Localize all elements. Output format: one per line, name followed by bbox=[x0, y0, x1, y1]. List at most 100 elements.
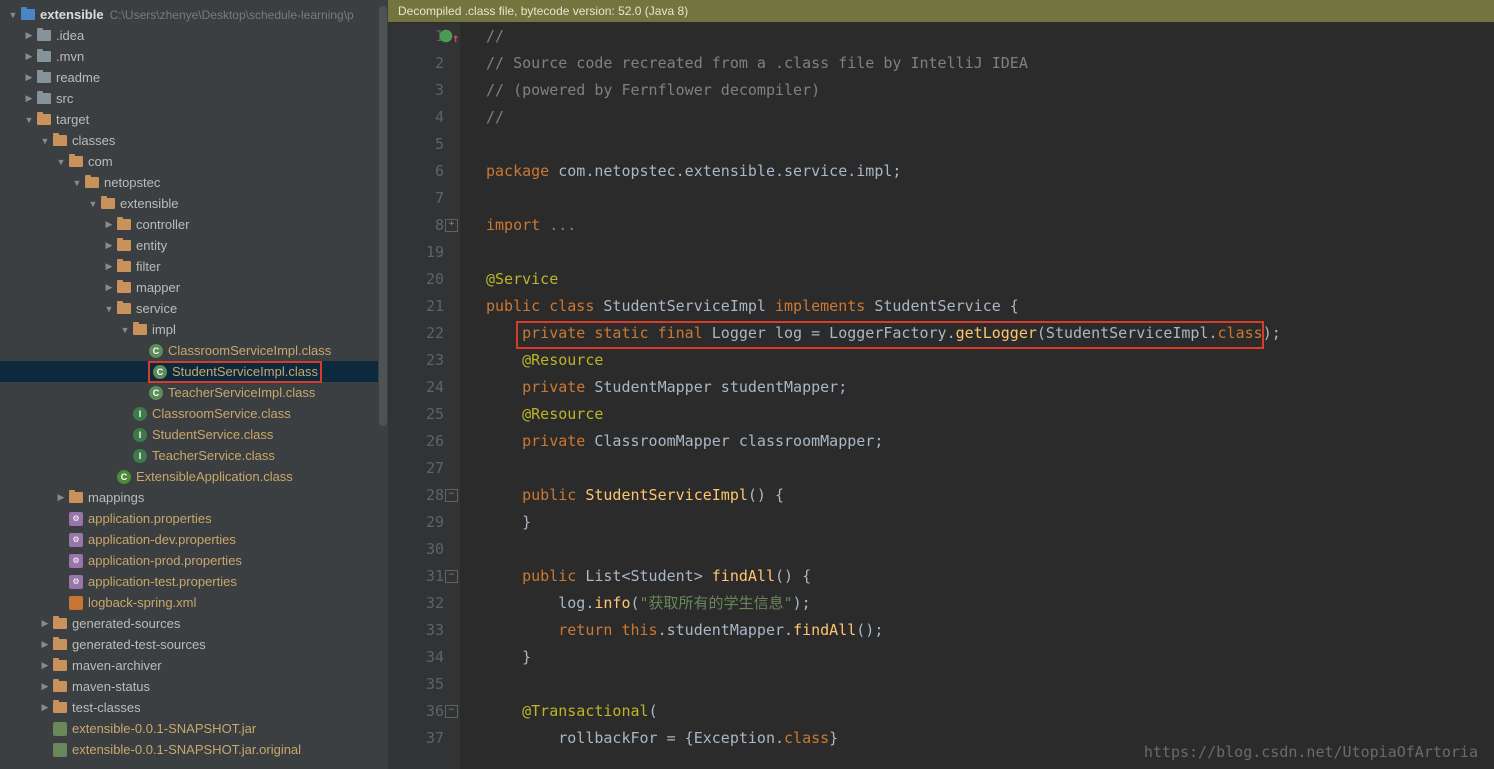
tree-item[interactable]: ▶CStudentServiceImpl.class bbox=[0, 361, 388, 382]
tree-item[interactable]: ▶test-classes bbox=[0, 697, 388, 718]
code-line[interactable]: private ClassroomMapper classroomMapper; bbox=[486, 428, 1494, 455]
fold-toggle-icon[interactable]: − bbox=[445, 489, 458, 502]
code-token: Logger log = LoggerFactory. bbox=[712, 324, 956, 342]
tree-item[interactable]: ▼service bbox=[0, 298, 388, 319]
code-line[interactable]: @Resource bbox=[486, 347, 1494, 374]
code-line[interactable] bbox=[486, 455, 1494, 482]
tree-item[interactable]: ▼extensibleC:\Users\zhenye\Desktop\sched… bbox=[0, 4, 388, 25]
sidebar-scrollbar[interactable] bbox=[378, 0, 388, 769]
code-line[interactable]: @Resource bbox=[486, 401, 1494, 428]
chevron-right-icon[interactable]: ▶ bbox=[104, 282, 114, 293]
tree-item[interactable]: ▶extensible-0.0.1-SNAPSHOT.jar.original bbox=[0, 739, 388, 760]
code-line[interactable]: @Transactional( bbox=[486, 698, 1494, 725]
sidebar-scroll-thumb[interactable] bbox=[379, 6, 387, 426]
chevron-down-icon[interactable]: ▼ bbox=[40, 136, 50, 146]
chevron-down-icon[interactable]: ▼ bbox=[56, 157, 66, 167]
tree-item[interactable]: ▶src bbox=[0, 88, 388, 109]
code-line[interactable]: private StudentMapper studentMapper; bbox=[486, 374, 1494, 401]
tree-item[interactable]: ▶⚙application-dev.properties bbox=[0, 529, 388, 550]
chevron-right-icon[interactable]: ▶ bbox=[24, 93, 34, 104]
code-line[interactable]: return this.studentMapper.findAll(); bbox=[486, 617, 1494, 644]
tree-item[interactable]: ▼extensible bbox=[0, 193, 388, 214]
chevron-down-icon[interactable]: ▼ bbox=[88, 199, 98, 209]
code-line[interactable]: } bbox=[486, 509, 1494, 536]
tree-item[interactable]: ▶logback-spring.xml bbox=[0, 592, 388, 613]
tree-item[interactable]: ▶⚙application.properties bbox=[0, 508, 388, 529]
chevron-right-icon[interactable]: ▶ bbox=[40, 681, 50, 692]
code-line[interactable]: public List<Student> findAll() { bbox=[486, 563, 1494, 590]
code-line[interactable]: // bbox=[486, 104, 1494, 131]
tree-item[interactable]: ▼com bbox=[0, 151, 388, 172]
tree-item[interactable]: ▶.idea bbox=[0, 25, 388, 46]
code-line[interactable]: rollbackFor = {Exception.class} bbox=[486, 725, 1494, 752]
chevron-right-icon[interactable]: ▶ bbox=[104, 261, 114, 272]
tree-item[interactable]: ▶⚙application-prod.properties bbox=[0, 550, 388, 571]
code-line[interactable]: public StudentServiceImpl() { bbox=[486, 482, 1494, 509]
code-line[interactable]: // bbox=[486, 23, 1494, 50]
tree-item[interactable]: ▶generated-sources bbox=[0, 613, 388, 634]
tree-item[interactable]: ▶generated-test-sources bbox=[0, 634, 388, 655]
chevron-right-icon[interactable]: ▶ bbox=[104, 240, 114, 251]
project-tree[interactable]: ▼extensibleC:\Users\zhenye\Desktop\sched… bbox=[0, 0, 388, 769]
chevron-down-icon[interactable]: ▼ bbox=[72, 178, 82, 188]
chevron-right-icon[interactable]: ▶ bbox=[40, 702, 50, 713]
tree-item[interactable]: ▼classes bbox=[0, 130, 388, 151]
tree-item[interactable]: ▶mappings bbox=[0, 487, 388, 508]
chevron-down-icon[interactable]: ▼ bbox=[120, 325, 130, 335]
tree-item[interactable]: ▶extensible-0.0.1-SNAPSHOT.jar bbox=[0, 718, 388, 739]
tree-item[interactable]: ▶ITeacherService.class bbox=[0, 445, 388, 466]
tree-item[interactable]: ▶.mvn bbox=[0, 46, 388, 67]
code-line[interactable] bbox=[486, 239, 1494, 266]
tree-item[interactable]: ▶mapper bbox=[0, 277, 388, 298]
folder-icon bbox=[116, 301, 132, 317]
code-body[interactable]: // // Source code recreated from a .class… bbox=[460, 23, 1494, 769]
editor-scrollbar[interactable] bbox=[1482, 22, 1494, 769]
fold-toggle-icon[interactable]: + bbox=[445, 219, 458, 232]
tree-item-label: maven-archiver bbox=[72, 658, 162, 673]
chevron-right-icon[interactable]: ▶ bbox=[24, 51, 34, 62]
chevron-right-icon[interactable]: ▶ bbox=[24, 72, 34, 83]
tree-item[interactable]: ▶ maven-archiver bbox=[0, 655, 388, 676]
chevron-right-icon[interactable]: ▶ bbox=[40, 618, 50, 629]
tree-item[interactable]: ▶entity bbox=[0, 235, 388, 256]
code-token: // Source code recreated from a .class f… bbox=[486, 54, 1028, 72]
tree-item[interactable]: ▶CExtensibleApplication.class bbox=[0, 466, 388, 487]
tree-item[interactable]: ▶CClassroomServiceImpl.class bbox=[0, 340, 388, 361]
code-line[interactable]: import ... bbox=[486, 212, 1494, 239]
code-line[interactable] bbox=[486, 131, 1494, 158]
override-gutter-icon[interactable] bbox=[438, 28, 454, 44]
chevron-down-icon[interactable]: ▼ bbox=[24, 115, 34, 125]
code-line[interactable] bbox=[486, 671, 1494, 698]
tree-item[interactable]: ▼target bbox=[0, 109, 388, 130]
tree-item[interactable]: ▶CTeacherServiceImpl.class bbox=[0, 382, 388, 403]
chevron-down-icon[interactable]: ▼ bbox=[8, 10, 18, 20]
tree-item[interactable]: ▼impl bbox=[0, 319, 388, 340]
chevron-right-icon[interactable]: ▶ bbox=[40, 639, 50, 650]
code-line[interactable] bbox=[486, 185, 1494, 212]
chevron-right-icon[interactable]: ▶ bbox=[104, 219, 114, 230]
chevron-right-icon[interactable]: ▶ bbox=[40, 660, 50, 671]
tree-item[interactable]: ▶IClassroomService.class bbox=[0, 403, 388, 424]
tree-item[interactable]: ▶controller bbox=[0, 214, 388, 235]
code-line[interactable] bbox=[486, 536, 1494, 563]
tree-item[interactable]: ▼netopstec bbox=[0, 172, 388, 193]
tree-item[interactable]: ▶readme bbox=[0, 67, 388, 88]
code-line[interactable]: private static final Logger log = Logger… bbox=[486, 320, 1494, 347]
tree-item[interactable]: ▶maven-status bbox=[0, 676, 388, 697]
fold-toggle-icon[interactable]: − bbox=[445, 570, 458, 583]
tree-item[interactable]: ▶⚙application-test.properties bbox=[0, 571, 388, 592]
code-line[interactable]: } bbox=[486, 644, 1494, 671]
chevron-down-icon[interactable]: ▼ bbox=[104, 304, 114, 314]
code-line[interactable]: @Service bbox=[486, 266, 1494, 293]
code-line[interactable]: // Source code recreated from a .class f… bbox=[486, 50, 1494, 77]
chevron-right-icon[interactable]: ▶ bbox=[56, 492, 66, 503]
chevron-right-icon[interactable]: ▶ bbox=[24, 30, 34, 41]
fold-toggle-icon[interactable]: − bbox=[445, 705, 458, 718]
tree-item[interactable]: ▶filter bbox=[0, 256, 388, 277]
code-line[interactable]: public class StudentServiceImpl implemen… bbox=[486, 293, 1494, 320]
tree-item[interactable]: ▶IStudentService.class bbox=[0, 424, 388, 445]
code-area[interactable]: 12345678+19202122232425262728−293031−323… bbox=[388, 23, 1494, 769]
code-line[interactable]: log.info("获取所有的学生信息"); bbox=[486, 590, 1494, 617]
code-line[interactable]: // (powered by Fernflower decompiler) bbox=[486, 77, 1494, 104]
code-line[interactable]: package com.netopstec.extensible.service… bbox=[486, 158, 1494, 185]
